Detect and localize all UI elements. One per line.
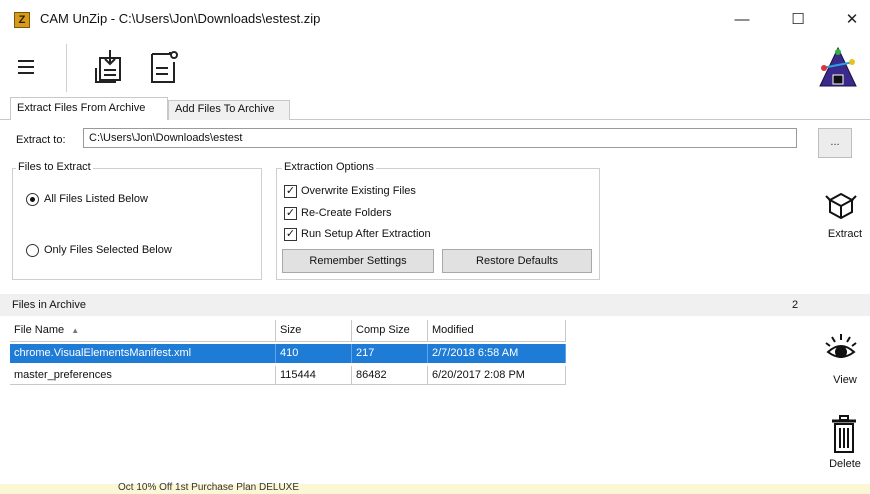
remember-settings-button[interactable]: Remember Settings [282,249,434,273]
browse-button[interactable]: ... [818,128,852,158]
files-to-extract-title: Files to Extract [16,161,93,173]
view-label[interactable]: View [815,374,870,386]
table-row[interactable]: master_preferences 115444 86482 6/20/201… [10,366,566,385]
files-in-archive-title: Files in Archive [12,299,86,311]
run-setup-label: Run Setup After Extraction [301,228,431,240]
app-icon: Z [14,12,30,28]
extraction-options-title: Extraction Options [282,161,376,173]
window-title: CAM UnZip - C:\Users\Jon\Downloads\estes… [40,11,321,26]
cell-file-name: master_preferences [10,366,276,385]
table-row[interactable]: chrome.VisualElementsManifest.xml 410 21… [10,344,566,363]
status-text: Oct 10% Off 1st Purchase Plan DELUXE [118,482,300,493]
selected-files-radio[interactable] [26,244,39,257]
table-bottom-border [10,384,566,385]
restore-defaults-button[interactable]: Restore Defaults [442,249,592,273]
extract-path-field[interactable]: C:\Users\Jon\Downloads\estest [83,128,797,148]
all-files-label: All Files Listed Below [44,193,148,205]
minimize-button[interactable]: — [722,6,762,32]
cell-modified: 6/20/2017 2:08 PM [428,366,566,385]
recreate-folders-checkbox[interactable]: ✓ [284,207,297,220]
column-comp-size[interactable]: Comp Size [352,320,428,342]
cell-modified: 2/7/2018 6:58 AM [428,344,566,363]
toolbar-separator [66,44,67,92]
column-file-name-label: File Name [14,324,65,336]
toolbar [0,38,870,98]
files-to-extract-group [12,168,262,280]
document-extract-icon[interactable] [92,48,130,86]
extract-label[interactable]: Extract [815,228,870,240]
cell-comp-size: 86482 [352,366,428,385]
trash-icon[interactable] [830,414,858,454]
maximize-button[interactable]: ☐ [778,6,818,32]
cell-size: 115444 [276,366,352,385]
new-document-icon[interactable] [146,48,182,86]
cell-size: 410 [276,344,352,363]
tab-extract-files[interactable]: Extract Files From Archive [10,97,168,120]
cell-file-name: chrome.VisualElementsManifest.xml [10,344,276,363]
hamburger-menu-icon[interactable] [16,56,38,78]
recreate-folders-label: Re-Create Folders [301,207,392,219]
delete-label[interactable]: Delete [815,458,870,470]
overwrite-label: Overwrite Existing Files [301,185,416,197]
triangle-logo-icon [818,46,858,90]
tab-add-files[interactable]: Add Files To Archive [168,100,290,120]
file-count: 2 [792,299,799,311]
all-files-radio[interactable] [26,193,39,206]
cell-comp-size: 217 [352,344,428,363]
close-button[interactable]: ✕ [832,6,870,32]
column-file-name[interactable]: File Name ▲ [10,320,276,342]
column-modified[interactable]: Modified [428,320,566,342]
sort-ascending-icon: ▲ [71,326,80,335]
selected-files-label: Only Files Selected Below [44,244,172,256]
column-size[interactable]: Size [276,320,352,342]
view-eye-icon[interactable] [824,332,858,364]
overwrite-checkbox[interactable]: ✓ [284,185,297,198]
extract-to-label: Extract to: [16,134,66,146]
extract-box-icon[interactable] [824,188,858,222]
files-in-archive-header [0,294,870,316]
run-setup-checkbox[interactable]: ✓ [284,228,297,241]
